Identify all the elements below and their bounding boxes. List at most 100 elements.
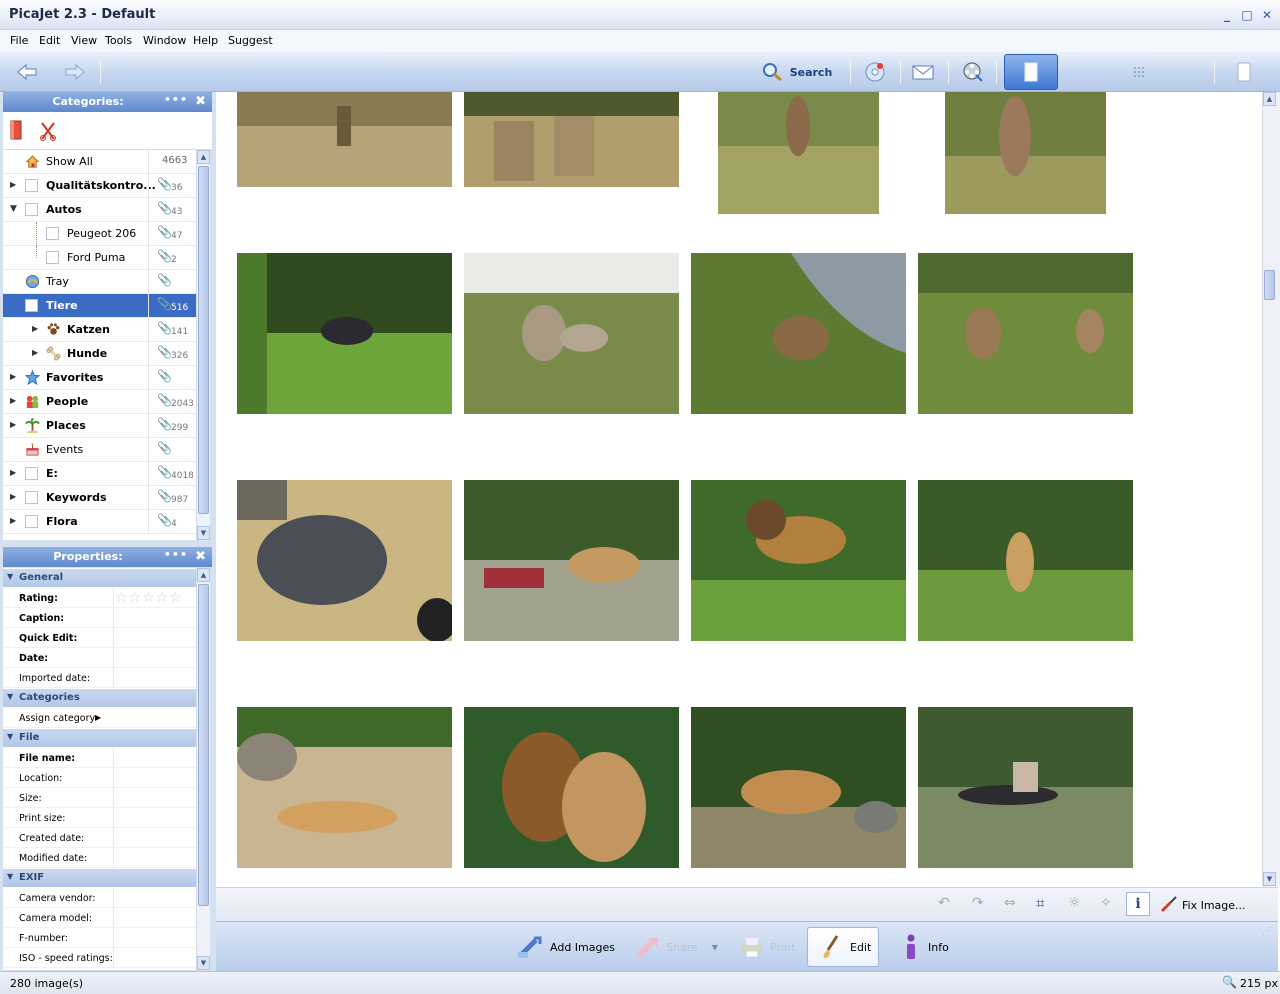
menu-view[interactable]: View — [71, 34, 97, 47]
photo-thumbnail[interactable] — [237, 253, 452, 414]
menu-suggest[interactable]: Suggest — [228, 34, 273, 47]
collapse-arrow-icon[interactable]: ▼ — [10, 204, 17, 214]
category-checkbox[interactable] — [25, 179, 38, 192]
menu-file[interactable]: File — [10, 34, 28, 47]
category-places[interactable]: ▶ Places 📎 299 — [3, 414, 196, 438]
category-checkbox[interactable] — [25, 491, 38, 504]
photo-thumbnail[interactable] — [237, 92, 452, 187]
scroll-down-icon[interactable]: ▼ — [1263, 872, 1276, 886]
category-checkbox[interactable] — [25, 299, 38, 312]
menu-tools[interactable]: Tools — [105, 34, 132, 47]
scroll-thumb[interactable] — [1264, 270, 1275, 300]
category-checkbox[interactable] — [25, 515, 38, 528]
crop-icon[interactable]: ⌗ — [1036, 894, 1044, 912]
resize-grip-icon[interactable]: ⋰ — [1262, 926, 1272, 937]
minimize-icon[interactable]: _ — [1220, 8, 1234, 22]
photo-thumbnail[interactable] — [464, 707, 679, 868]
edit-button[interactable]: Edit — [807, 927, 879, 967]
category-ford-puma[interactable]: Ford Puma 📎 2 — [3, 246, 196, 270]
expand-arrow-icon[interactable]: ▶ — [10, 468, 16, 477]
expand-arrow-icon[interactable]: ▶ — [10, 396, 16, 405]
category-hunde[interactable]: ▶ Hunde 📎 326 — [3, 342, 196, 366]
zoom-icon[interactable]: 🔍 — [1222, 975, 1237, 989]
category-favorites[interactable]: ▶ Favorites 📎 — [3, 366, 196, 390]
category-katzen[interactable]: ▶ Katzen 📎 141 — [3, 318, 196, 342]
expand-arrow-icon[interactable]: ▶ — [10, 372, 16, 381]
photo-thumbnail[interactable] — [918, 253, 1133, 414]
category-checkbox[interactable] — [25, 467, 38, 480]
scroll-up-icon[interactable]: ▲ — [197, 568, 210, 582]
prop-quick-edit[interactable]: Quick Edit: — [3, 628, 196, 648]
photo-thumbnail[interactable] — [464, 480, 679, 641]
share-button[interactable]: Share ▼ — [634, 927, 718, 967]
category-keywords[interactable]: ▶ Keywords 📎 987 — [3, 486, 196, 510]
photo-thumbnail[interactable] — [918, 707, 1133, 868]
photo-thumbnail[interactable] — [691, 253, 906, 414]
scroll-down-icon[interactable]: ▼ — [197, 526, 210, 540]
category-flora[interactable]: ▶ Flora 📎 4 — [3, 510, 196, 534]
info-toggle-icon[interactable]: i — [1126, 892, 1150, 916]
scroll-up-icon[interactable]: ▲ — [197, 150, 210, 164]
section-general[interactable]: ▼ General — [3, 569, 196, 587]
expand-arrow-icon[interactable]: ▶ — [10, 516, 16, 525]
photo-thumbnail[interactable] — [691, 480, 906, 641]
close-icon[interactable]: ✕ — [1260, 8, 1274, 22]
menu-edit[interactable]: Edit — [39, 34, 60, 47]
categories-scrollbar[interactable]: ▲ ▼ — [196, 150, 210, 540]
photo-thumbnail[interactable] — [464, 92, 679, 187]
new-category-icon[interactable] — [9, 119, 23, 141]
category-checkbox[interactable] — [46, 251, 59, 264]
back-arrow-icon[interactable] — [12, 58, 42, 86]
panel-close-icon[interactable]: ✖ — [195, 94, 206, 109]
restore-icon[interactable]: □ — [1240, 8, 1254, 22]
info-button[interactable]: Info — [902, 927, 949, 967]
prop-file-name[interactable]: File name: — [3, 748, 196, 768]
category-qualitaetskontrolle[interactable]: ▶ Qualitätskontro... 📎 36 — [3, 174, 196, 198]
category-checkbox[interactable] — [25, 203, 38, 216]
rotate-right-icon[interactable]: ↷ — [972, 895, 984, 911]
photo-thumbnail[interactable] — [918, 480, 1133, 641]
burn-cd-icon[interactable] — [860, 58, 890, 86]
slideshow-icon[interactable] — [958, 58, 988, 86]
magic-wand-icon[interactable]: ✧ — [1100, 895, 1112, 911]
prop-rating[interactable]: Rating: ☆☆☆☆☆ — [3, 588, 196, 608]
delete-category-icon[interactable] — [39, 121, 57, 141]
category-people[interactable]: ▶ People 📎 2043 — [3, 390, 196, 414]
fix-image-button[interactable]: Fix Image... — [1182, 899, 1246, 912]
expand-arrow-icon[interactable]: ▶ — [10, 492, 16, 501]
section-exif[interactable]: ▼ EXIF — [3, 869, 196, 887]
panel-close-icon[interactable]: ✖ — [195, 549, 206, 564]
scroll-up-icon[interactable]: ▲ — [1263, 92, 1276, 106]
brightness-icon[interactable]: ☼ — [1068, 895, 1081, 911]
main-scrollbar[interactable]: ▲ ▼ — [1262, 92, 1276, 887]
scroll-thumb[interactable] — [198, 166, 209, 514]
rating-stars-icon[interactable]: ☆☆☆☆☆ — [115, 590, 183, 606]
single-view-button[interactable] — [1004, 54, 1058, 90]
assign-category[interactable]: Assign category ▶ — [3, 708, 196, 728]
print-button[interactable]: Print — [738, 927, 795, 967]
category-autos[interactable]: ▼ Autos 📎 43 — [3, 198, 196, 222]
category-show-all[interactable]: Show All 4663 — [3, 150, 196, 174]
rotate-left-icon[interactable]: ↶ — [938, 895, 950, 911]
email-icon[interactable] — [908, 58, 938, 86]
photo-thumbnail[interactable] — [237, 480, 452, 641]
add-images-button[interactable]: Add Images — [516, 927, 615, 967]
category-tiere[interactable]: Tiere 📎 516 — [3, 294, 196, 318]
photo-thumbnail[interactable] — [237, 707, 452, 868]
scroll-thumb[interactable] — [198, 584, 209, 906]
photo-thumbnail[interactable] — [945, 92, 1106, 214]
section-categories[interactable]: ▼ Categories — [3, 689, 196, 707]
menu-help[interactable]: Help — [193, 34, 218, 47]
photo-thumbnail[interactable] — [464, 253, 679, 414]
flip-icon[interactable]: ⇔ — [1004, 895, 1016, 911]
properties-scrollbar[interactable]: ▲ ▼ — [196, 568, 210, 970]
panel-toggle-icon[interactable] — [1232, 58, 1256, 86]
category-e-drive[interactable]: ▶ E: 📎 4018 — [3, 462, 196, 486]
menu-window[interactable]: Window — [143, 34, 186, 47]
search-button[interactable]: Search — [760, 58, 834, 86]
prop-date[interactable]: Date: — [3, 648, 196, 668]
category-events[interactable]: Events 📎 — [3, 438, 196, 462]
expand-arrow-icon[interactable]: ▶ — [32, 324, 38, 333]
expand-arrow-icon[interactable]: ▶ — [10, 420, 16, 429]
photo-thumbnail[interactable] — [718, 92, 879, 214]
